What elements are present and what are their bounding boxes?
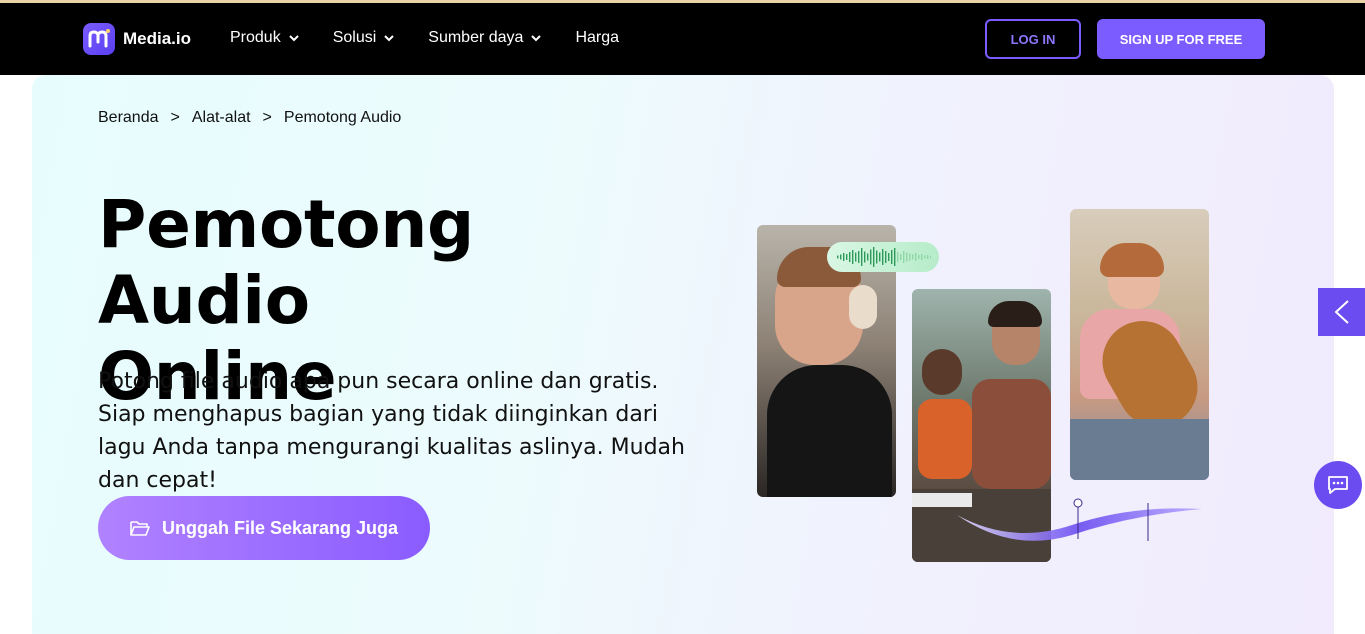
upload-file-label: Unggah File Sekarang Juga [161, 517, 399, 538]
hero-section: Beranda > Alat-alat > Pemotong Audio Pem… [32, 75, 1334, 634]
waveform-bar [843, 253, 845, 261]
photo-woman-guitar [1070, 209, 1209, 480]
waveform-bar [882, 249, 884, 265]
breadcrumb: Beranda > Alat-alat > Pemotong Audio [98, 109, 401, 127]
breadcrumb-current: Pemotong Audio [283, 109, 402, 126]
waveform-icon [837, 247, 931, 267]
waveform-bar [912, 254, 914, 260]
chevron-down-icon [288, 35, 299, 42]
waveform-bar [921, 254, 923, 260]
upload-file-button[interactable]: Unggah File Sekarang Juga [98, 496, 430, 560]
waveform-bar [894, 248, 896, 266]
brand-name: Media.io [123, 29, 192, 48]
nav-item-produk[interactable]: Produk [230, 29, 299, 47]
waveform-bar [861, 248, 863, 266]
breadcrumb-separator: > [262, 109, 272, 126]
brand-logo[interactable]: Media.io [83, 23, 191, 55]
media-io-logo-icon [83, 23, 115, 55]
navbar: Media.io Produk Solusi Sumber daya Harga… [0, 3, 1365, 75]
chevron-down-icon [384, 35, 394, 42]
nav-item-label: Harga [575, 29, 620, 46]
page-title-line-1: Pemotong Audio [98, 186, 474, 339]
waveform-bar [918, 255, 920, 259]
login-button[interactable]: LOG IN [985, 19, 1081, 59]
waveform-bar [846, 254, 848, 260]
waveform-bar [897, 252, 899, 262]
waveform-bar [903, 251, 905, 263]
waveform-bar [855, 252, 857, 262]
waveform-bar [891, 250, 893, 264]
waveform-bar [876, 250, 878, 264]
waveform-bar [906, 252, 908, 262]
waveform-bar [927, 255, 929, 259]
breadcrumb-separator: > [170, 109, 180, 126]
chevron-down-icon [531, 35, 542, 42]
waveform-bar [840, 254, 842, 260]
waveform-bar [879, 252, 881, 262]
waveform-bar [870, 249, 872, 265]
chevron-left-icon [1334, 300, 1349, 324]
signup-button[interactable]: SIGN UP FOR FREE [1097, 19, 1265, 59]
breadcrumb-link-beranda[interactable]: Beranda [98, 109, 159, 127]
waveform-bar [852, 250, 854, 264]
nav-item-sumber-daya[interactable]: Sumber daya [428, 29, 542, 47]
waveform-bar [930, 256, 931, 258]
chat-support-button[interactable] [1314, 461, 1362, 509]
waveform-bar [885, 251, 887, 263]
waveform-bar [867, 253, 869, 261]
waveform-bar [858, 251, 860, 263]
waveform-bar [915, 253, 917, 261]
side-panel-toggle[interactable] [1318, 288, 1365, 336]
nav-item-label: Solusi [332, 29, 377, 46]
folder-open-icon [130, 521, 150, 536]
audio-waveform-badge [827, 242, 939, 272]
nav-item-harga[interactable]: Harga [575, 29, 619, 47]
waveform-bar [888, 253, 890, 261]
nav-item-label: Produk [230, 29, 281, 46]
hero-description: Potong file audio apa pun secara online … [98, 369, 685, 493]
waveform-bar [837, 255, 839, 259]
breadcrumb-link-alat-alat[interactable]: Alat-alat [192, 109, 251, 127]
waveform-bar [924, 255, 926, 259]
chat-icon [1328, 476, 1348, 494]
waveform-bar [909, 253, 911, 261]
waveform-bar [864, 251, 866, 263]
audio-trim-ribbon [957, 498, 1202, 541]
nav-item-label: Sumber daya [428, 29, 524, 46]
waveform-bar [849, 252, 851, 262]
waveform-bar [873, 247, 875, 267]
waveform-bar [900, 254, 902, 260]
main-nav: Produk Solusi Sumber daya Harga [230, 29, 619, 47]
nav-item-solusi[interactable]: Solusi [333, 29, 395, 47]
